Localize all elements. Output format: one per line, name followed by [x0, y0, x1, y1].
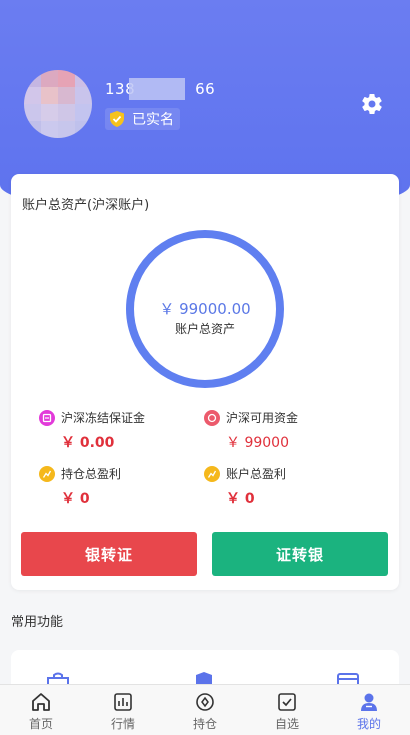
user-icon — [361, 693, 377, 711]
avatar[interactable] — [24, 70, 92, 138]
tab-label: 我的 — [356, 717, 381, 731]
stat-label: 持仓总盈利 — [61, 467, 122, 481]
stat-frozen-margin: 沪深冻结保证金 ￥ 0.00 — [39, 409, 145, 452]
position-icon — [196, 693, 214, 711]
verified-label: 已实名 — [132, 112, 174, 128]
tab-label: 首页 — [28, 717, 53, 731]
tab-label: 持仓 — [192, 717, 217, 731]
phone-suffix: 66 — [195, 80, 216, 98]
stat-label: 沪深冻结保证金 — [61, 411, 146, 425]
tab-label: 自选 — [274, 717, 299, 731]
stat-label: 沪深可用资金 — [226, 411, 299, 425]
common-functions-title: 常用功能 — [11, 615, 64, 630]
gear-icon[interactable] — [360, 92, 384, 116]
tab-market[interactable]: 行情 — [82, 685, 164, 735]
total-assets-amount: ￥ 99000.00 — [159, 300, 251, 318]
phone-mask — [129, 78, 185, 100]
tab-watchlist[interactable]: 自选 — [246, 685, 328, 735]
profit-icon — [204, 465, 220, 482]
shield-check-icon — [110, 111, 124, 127]
stat-value: ￥ 0 — [226, 491, 255, 507]
bottom-tabbar: 首页 行情 持仓 自选 我的 — [0, 684, 410, 735]
total-assets-ring: ￥ 99000.00 账户总资产 — [126, 230, 284, 388]
tab-home[interactable]: 首页 — [0, 685, 82, 735]
stat-available-funds: 沪深可用资金 ￥ 99000 — [204, 409, 298, 452]
stat-position-profit: 持仓总盈利 ￥ 0 — [39, 465, 121, 508]
tab-positions[interactable]: 持仓 — [164, 685, 246, 735]
securities-to-bank-button[interactable]: 证转银 — [212, 532, 388, 576]
assets-card-title: 账户总资产(沪深账户) — [22, 198, 150, 213]
wallet-icon — [204, 409, 220, 426]
home-icon — [32, 693, 50, 711]
stat-value: ￥ 0.00 — [61, 435, 115, 451]
bank-to-securities-button[interactable]: 银转证 — [21, 532, 197, 576]
profit-icon — [39, 465, 55, 482]
stat-value: ￥ 99000 — [226, 435, 289, 451]
stat-label: 账户总盈利 — [226, 467, 287, 481]
tab-mine[interactable]: 我的 — [328, 685, 410, 735]
stat-account-profit: 账户总盈利 ￥ 0 — [204, 465, 286, 508]
stat-value: ￥ 0 — [61, 491, 90, 507]
checkbox-icon — [278, 693, 296, 711]
total-assets-label: 账户总资产 — [174, 322, 235, 336]
verified-badge: 已实名 — [105, 108, 180, 130]
chart-icon — [114, 693, 132, 711]
assets-card: 账户总资产(沪深账户) ￥ 99000.00 账户总资产 沪深冻结保证金 ￥ 0… — [11, 174, 399, 590]
tab-label: 行情 — [110, 717, 135, 731]
frozen-icon — [39, 409, 55, 426]
